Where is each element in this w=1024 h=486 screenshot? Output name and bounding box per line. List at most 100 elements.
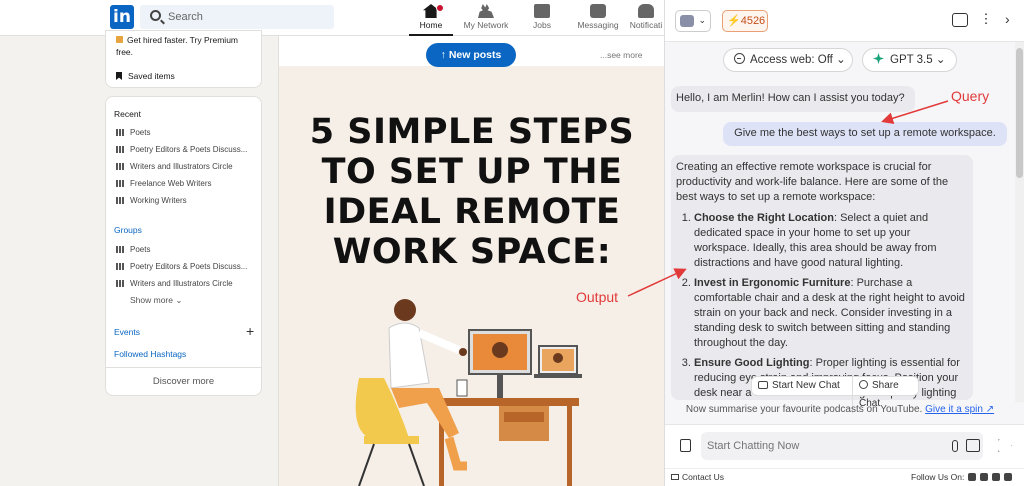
group-icon	[116, 129, 124, 136]
web-off-icon	[734, 53, 745, 64]
assistant-greeting: Hello, I am Merlin! How can I assist you…	[671, 86, 915, 112]
suggestion-text: Now summarise your favourite podcasts on…	[685, 404, 923, 415]
chat-scrollbar[interactable]	[1015, 42, 1024, 402]
chat-input-row	[665, 424, 1024, 468]
more-options-icon[interactable]: ⋮	[978, 12, 994, 27]
group-item[interactable]: Poetry Editors & Poets Discuss...	[116, 262, 247, 271]
attachment-icon[interactable]	[952, 440, 958, 452]
group-item[interactable]: Writers and Illustrators Circle	[116, 279, 233, 288]
bookmark-icon	[116, 72, 122, 80]
recent-item[interactable]: Working Writers	[116, 196, 187, 205]
discover-more-button[interactable]: Discover more	[106, 367, 261, 387]
chat-input[interactable]	[701, 432, 983, 460]
group-icon	[116, 197, 124, 204]
access-web-label: Access web: Off	[750, 54, 833, 66]
nav-notifications[interactable]: Notificati	[626, 2, 666, 34]
groups-heading[interactable]: Groups	[114, 225, 142, 235]
assistant-response: Creating an effective remote workspace i…	[671, 155, 973, 400]
image-upload-icon[interactable]	[966, 439, 980, 452]
nav-home-label: Home	[419, 20, 443, 30]
recent-item-label: Poetry Editors & Poets Discuss...	[130, 145, 248, 154]
recent-item[interactable]: Freelance Web Writers	[116, 179, 212, 188]
new-chat-icon	[758, 381, 768, 389]
prompts-icon[interactable]	[680, 439, 691, 452]
recent-item-label: Writers and Illustrators Circle	[130, 162, 233, 171]
show-more-button[interactable]: Show more ⌄	[130, 295, 183, 306]
linkedin-header: in Search Home My Network Jobs Messaging…	[0, 0, 664, 36]
picture-in-picture-icon[interactable]	[952, 13, 968, 27]
scrollbar-thumb[interactable]	[1016, 48, 1023, 178]
nav-jobs[interactable]: Jobs	[514, 2, 570, 34]
start-new-chat-label: Start New Chat	[772, 380, 840, 391]
output-annotation: Output	[576, 289, 619, 305]
recent-item[interactable]: Writers and Illustrators Circle	[116, 162, 233, 171]
model-selector[interactable]: GPT 3.5 ⌄	[862, 48, 957, 72]
merlin-avatar-dropdown[interactable]: ⌄	[675, 10, 711, 32]
chevron-down-icon: ⌄	[698, 15, 706, 25]
show-more-label: Show more	[130, 295, 173, 305]
group-icon	[116, 180, 124, 187]
group-item-label: Writers and Illustrators Circle	[130, 279, 233, 288]
social-icon[interactable]	[968, 473, 977, 481]
group-icon	[116, 163, 124, 170]
followed-hashtags-link[interactable]: Followed Hashtags	[114, 349, 186, 359]
prompt-suggestion: Now summarise your favourite podcasts on…	[665, 404, 1015, 415]
collapse-panel-icon[interactable]: ›	[1005, 11, 1010, 27]
briefcase-icon	[534, 4, 550, 18]
response-item-title: Choose the Right Location	[694, 212, 834, 224]
bell-icon	[638, 4, 654, 18]
search-input[interactable]: Search	[168, 11, 203, 23]
post-image[interactable]: 5 SIMPLE STEPS TO SET UP THE IDEAL REMOT…	[278, 66, 664, 486]
nav-jobs-label: Jobs	[533, 20, 551, 30]
remote-work-illustration	[355, 299, 582, 486]
response-item: Invest in Ergonomic Furniture: Purchase …	[694, 276, 968, 351]
access-web-toggle[interactable]: Access web: Off ⌄	[723, 48, 853, 72]
nav-messaging[interactable]: Messaging	[570, 2, 626, 34]
group-item-label: Poets	[130, 245, 151, 254]
user-query: Give me the best ways to set up a remote…	[723, 122, 1007, 146]
give-it-a-spin-link[interactable]: Give it a spin ↗	[925, 404, 994, 415]
search-bar[interactable]: Search	[140, 5, 334, 29]
premium-card: Get hired faster. Try Premium free. Save…	[105, 30, 262, 88]
group-item-label: Poetry Editors & Poets Discuss...	[130, 262, 248, 271]
post-title: 5 SIMPLE STEPS TO SET UP THE IDEAL REMOT…	[309, 112, 635, 272]
events-link[interactable]: Events	[114, 327, 140, 337]
add-event-icon[interactable]: +	[246, 323, 254, 339]
premium-text: Get hired faster. Try Premium free.	[116, 35, 239, 57]
start-new-chat-button[interactable]: Start New Chat	[752, 377, 842, 395]
see-more-link[interactable]: ...see more	[600, 50, 643, 60]
recent-item[interactable]: Poetry Editors & Poets Discuss...	[116, 145, 247, 154]
search-icon	[150, 10, 161, 21]
premium-promo[interactable]: Get hired faster. Try Premium free.	[116, 34, 256, 58]
merlin-toolbar: ⌄ ⚡4526 ⋮ ›	[665, 0, 1024, 42]
chat-actions-bar: Start New Chat Share Chat	[751, 376, 919, 413]
social-icon[interactable]	[992, 473, 1001, 481]
group-icon	[116, 246, 124, 253]
saved-items-label: Saved items	[128, 71, 175, 81]
credits-value: 4526	[740, 15, 766, 27]
saved-items-link[interactable]: Saved items	[116, 71, 175, 81]
share-icon	[859, 380, 868, 389]
follow-us: Follow Us On:	[911, 472, 1013, 482]
recent-item[interactable]: Poets	[116, 128, 150, 137]
network-icon	[478, 4, 494, 18]
merlin-panel: ⌄ ⚡4526 ⋮ › Access web: Off ⌄ GPT 3.5 ⌄ …	[664, 0, 1024, 486]
social-icon[interactable]	[1004, 473, 1013, 481]
new-posts-button[interactable]: ↑ New posts	[426, 43, 516, 67]
credits-badge[interactable]: ⚡4526	[722, 10, 768, 32]
nav-my-network[interactable]: My Network	[458, 2, 514, 34]
send-icon[interactable]	[998, 439, 1012, 452]
mail-icon	[671, 474, 679, 480]
query-annotation: Query	[951, 88, 990, 104]
contact-us-link[interactable]: Contact Us	[671, 472, 724, 482]
group-item[interactable]: Poets	[116, 245, 150, 254]
recent-heading: Recent	[114, 109, 141, 119]
contact-us-label: Contact Us	[682, 472, 725, 482]
nav-home[interactable]: Home	[403, 2, 459, 36]
recent-item-label: Freelance Web Writers	[130, 179, 212, 188]
chevron-down-icon: ⌄	[175, 295, 183, 305]
social-icon[interactable]	[980, 473, 989, 481]
linkedin-logo[interactable]: in	[110, 5, 134, 29]
lightning-icon: ⚡	[727, 15, 741, 27]
notification-dot	[436, 4, 444, 12]
